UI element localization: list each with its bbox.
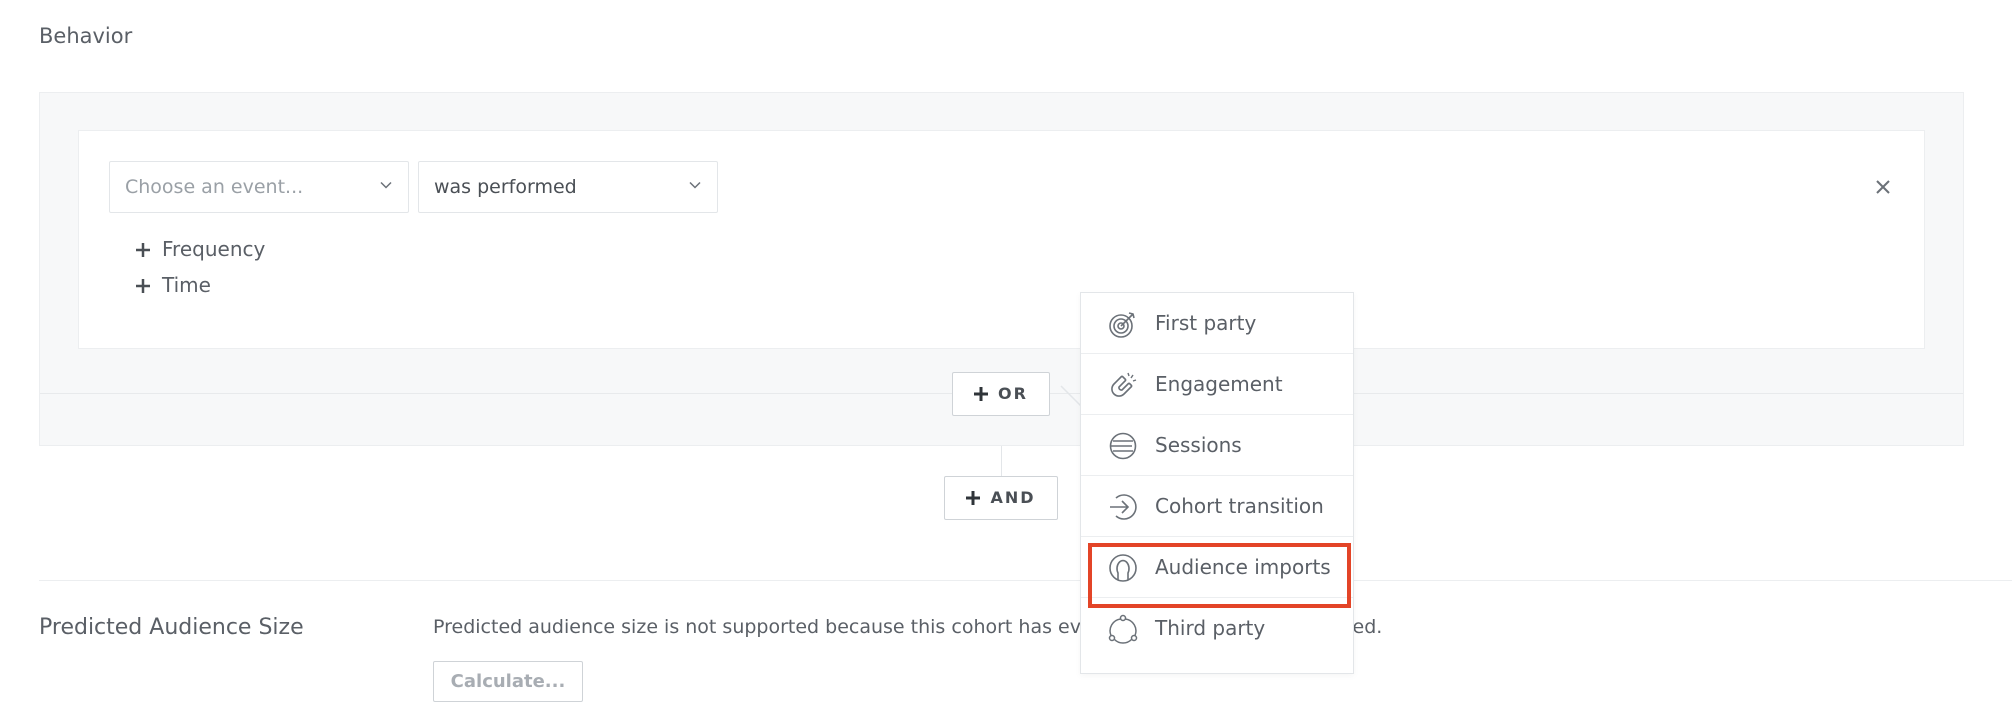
performed-select[interactable]: was performed <box>418 161 718 213</box>
add-time-button[interactable]: Time <box>136 271 211 299</box>
add-and-button[interactable]: AND <box>944 476 1058 520</box>
plus-icon <box>966 491 981 505</box>
section-title: Behavior <box>39 24 133 48</box>
predicted-message-start: Predicted audience size is not supported… <box>433 616 1081 638</box>
person-icon <box>1109 554 1137 582</box>
plus-icon <box>136 279 150 293</box>
add-time-label: Time <box>162 273 211 297</box>
menu-item-first-party[interactable]: First party <box>1081 293 1353 354</box>
add-frequency-button[interactable]: Frequency <box>136 235 265 263</box>
chevron-down-icon <box>380 181 392 189</box>
plus-icon <box>974 387 989 401</box>
menu-item-engagement[interactable]: Engagement <box>1081 354 1353 415</box>
arrow-in-icon <box>1110 494 1137 520</box>
close-icon[interactable] <box>1872 176 1894 198</box>
predicted-audience-size-label: Predicted Audience Size <box>39 615 304 640</box>
and-label: AND <box>990 488 1036 507</box>
menu-item-cohort-transition[interactable]: Cohort transition <box>1081 476 1353 537</box>
menu-item-label: Third party <box>1155 616 1266 640</box>
event-select[interactable]: Choose an event... <box>109 161 409 213</box>
menu-item-audience-imports[interactable]: Audience imports <box>1081 537 1353 598</box>
third-party-icon <box>1108 614 1138 644</box>
and-connector-line <box>1001 446 1002 476</box>
menu-item-sessions[interactable]: Sessions <box>1081 415 1353 476</box>
magnet-icon <box>1111 372 1137 397</box>
sessions-icon <box>1109 432 1137 460</box>
menu-item-label: First party <box>1155 311 1257 335</box>
calculate-button[interactable]: Calculate... <box>433 661 583 702</box>
menu-item-label: Cohort transition <box>1155 494 1324 518</box>
target-icon <box>1109 312 1135 338</box>
menu-item-label: Audience imports <box>1155 555 1331 579</box>
event-type-menu: First party Engagement Sessions Cohort t… <box>1080 292 1354 674</box>
or-label: OR <box>998 384 1028 403</box>
section-divider <box>39 580 2012 581</box>
event-select-placeholder: Choose an event... <box>125 176 304 198</box>
menu-item-label: Sessions <box>1155 433 1242 457</box>
menu-item-third-party[interactable]: Third party <box>1081 598 1353 659</box>
plus-icon <box>136 243 150 257</box>
chevron-down-icon <box>689 181 701 189</box>
performed-select-value: was performed <box>434 176 577 198</box>
add-or-button[interactable]: OR <box>952 372 1050 416</box>
add-frequency-label: Frequency <box>162 237 266 261</box>
menu-item-label: Engagement <box>1155 372 1283 396</box>
